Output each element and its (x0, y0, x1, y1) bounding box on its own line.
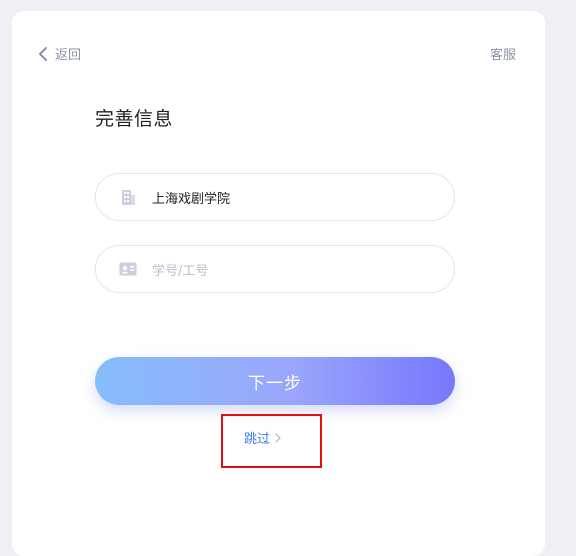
id-card-icon (118, 260, 138, 278)
skip-link[interactable]: 跳过 (244, 428, 282, 447)
skip-label: 跳过 (244, 432, 271, 447)
student-id-placeholder: 学号/工号 (152, 263, 209, 279)
student-id-field[interactable]: 学号/工号 (95, 245, 455, 293)
chevron-left-icon (37, 46, 51, 62)
chevron-right-icon (274, 432, 282, 444)
page-title: 完善信息 (95, 108, 174, 130)
customer-service-link[interactable]: 客服 (490, 44, 516, 63)
school-value: 上海戏剧学院 (152, 191, 231, 207)
building-icon (118, 188, 138, 206)
info-card: 返回 客服 完善信息 上海戏剧学院 学号/工号 下一步 (12, 11, 545, 556)
next-step-button[interactable]: 下一步 (95, 357, 455, 405)
school-field[interactable]: 上海戏剧学院 (95, 173, 455, 221)
back-button[interactable]: 返回 (37, 44, 81, 63)
back-label: 返回 (55, 48, 82, 63)
